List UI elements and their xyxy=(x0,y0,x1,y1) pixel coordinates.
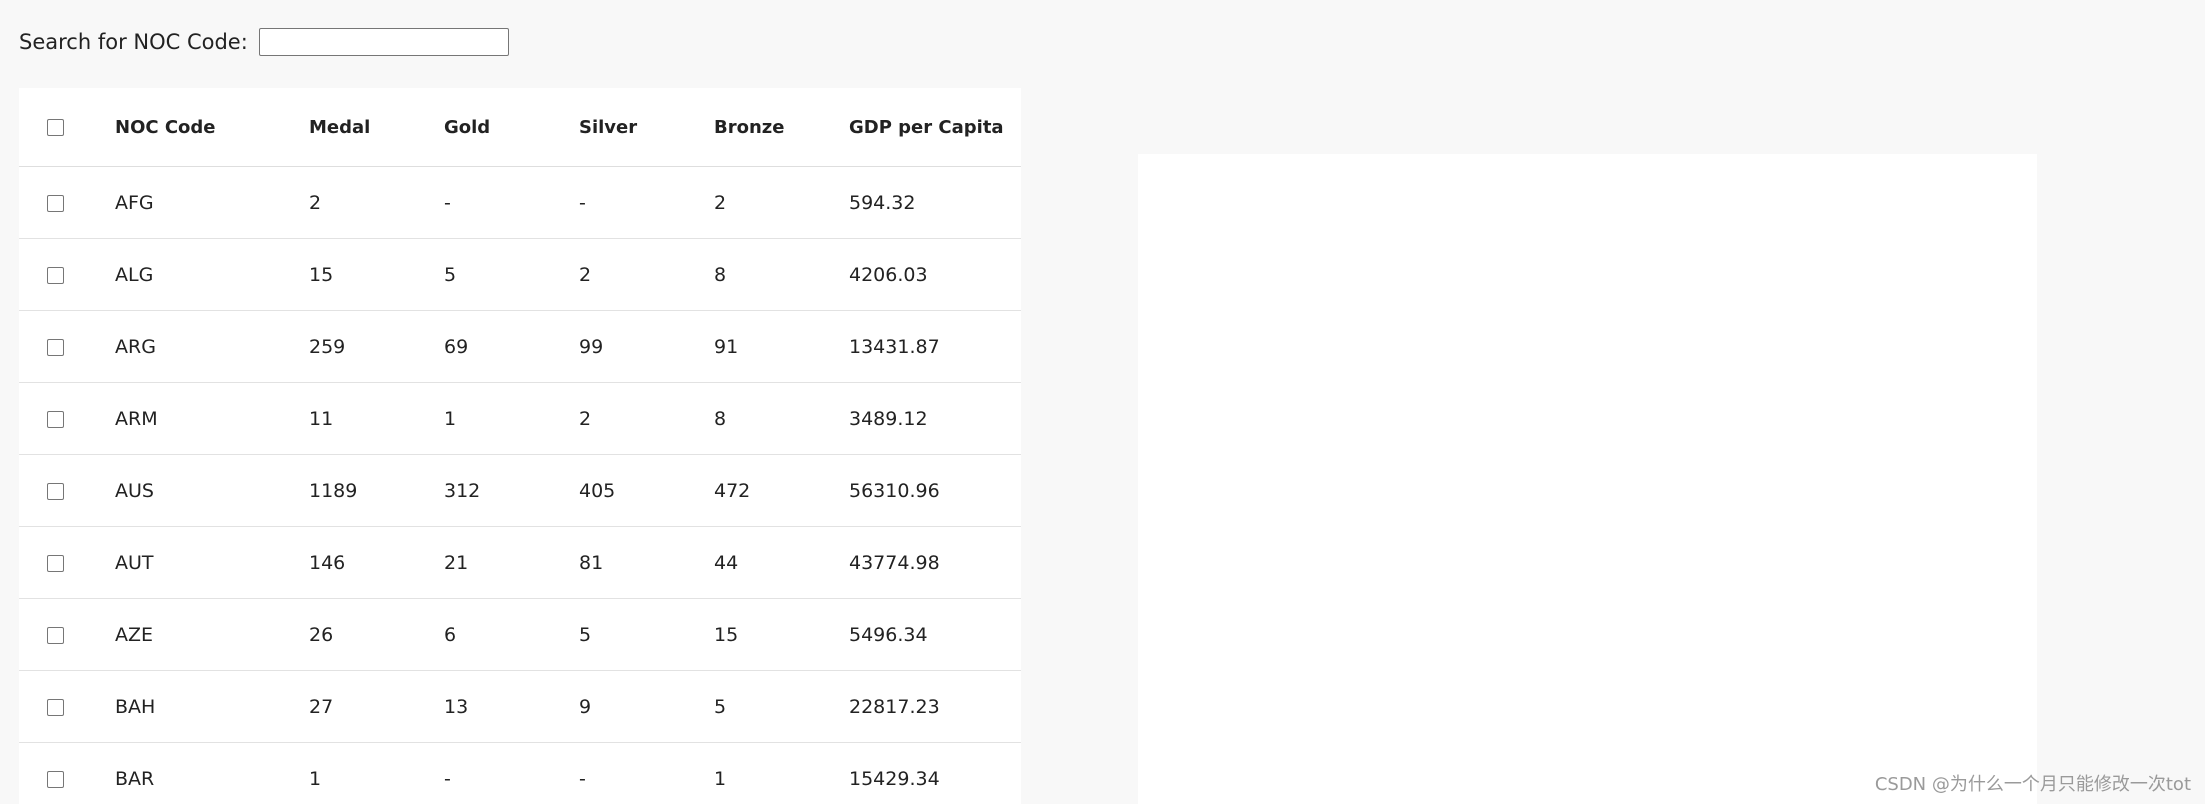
cell-silver: 5 xyxy=(579,598,714,671)
cell-gold: 6 xyxy=(444,598,579,671)
cell-gold: 69 xyxy=(444,310,579,383)
row-select-cell xyxy=(19,670,115,743)
row-checkbox[interactable] xyxy=(47,698,64,716)
cell-noc-code: ARM xyxy=(115,382,309,455)
cell-gdp: 3489.12 xyxy=(849,382,1021,455)
table-header-row: NOC Code Medal Gold Silver Bronze GDP pe… xyxy=(19,88,1021,167)
search-bar: Search for NOC Code: xyxy=(19,24,509,60)
cell-medal: 259 xyxy=(309,310,444,383)
row-checkbox[interactable] xyxy=(47,770,64,788)
cell-noc-code: AUS xyxy=(115,454,309,527)
medal-table-container: NOC Code Medal Gold Silver Bronze GDP pe… xyxy=(19,88,1021,804)
row-select-cell xyxy=(19,454,115,527)
cell-gdp: 13431.87 xyxy=(849,310,1021,383)
cell-bronze: 44 xyxy=(714,526,849,599)
watermark: CSDN @为什么一个月只能修改一次tot xyxy=(1874,774,2191,795)
cell-gdp: 15429.34 xyxy=(849,742,1021,804)
cell-medal: 27 xyxy=(309,670,444,743)
cell-silver: 2 xyxy=(579,238,714,311)
cell-gdp: 43774.98 xyxy=(849,526,1021,599)
row-select-cell xyxy=(19,310,115,383)
cell-bronze: 91 xyxy=(714,310,849,383)
cell-gold: 1 xyxy=(444,382,579,455)
cell-gdp: 56310.96 xyxy=(849,454,1021,527)
cell-medal: 15 xyxy=(309,238,444,311)
cell-bronze: 8 xyxy=(714,238,849,311)
row-select-cell xyxy=(19,166,115,239)
table-row: ARM 11 1 2 8 3489.12 xyxy=(19,382,1021,455)
noc-search-input[interactable] xyxy=(258,28,509,56)
cell-gold: 13 xyxy=(444,670,579,743)
header-gold[interactable]: Gold xyxy=(444,88,579,167)
table-row: AUS 1189 312 405 472 56310.96 xyxy=(19,454,1021,527)
cell-noc-code: AZE xyxy=(115,598,309,671)
header-medal[interactable]: Medal xyxy=(309,88,444,167)
cell-gdp: 4206.03 xyxy=(849,238,1021,311)
cell-bronze: 5 xyxy=(714,670,849,743)
header-silver[interactable]: Silver xyxy=(579,88,714,167)
cell-noc-code: AFG xyxy=(115,166,309,239)
cell-medal: 11 xyxy=(309,382,444,455)
row-checkbox[interactable] xyxy=(47,554,64,572)
cell-silver: 2 xyxy=(579,382,714,455)
cell-gold: - xyxy=(444,166,579,239)
table-row: ARG 259 69 99 91 13431.87 xyxy=(19,310,1021,383)
cell-medal: 26 xyxy=(309,598,444,671)
select-all-cell xyxy=(19,88,115,167)
search-label: Search for NOC Code: xyxy=(19,30,248,54)
table-row: BAR 1 - - 1 15429.34 xyxy=(19,742,1021,804)
cell-silver: - xyxy=(579,166,714,239)
table-row: AZE 26 6 5 15 5496.34 xyxy=(19,598,1021,671)
table-row: AFG 2 - - 2 594.32 xyxy=(19,166,1021,239)
select-all-checkbox[interactable] xyxy=(47,119,64,136)
table-row: BAH 27 13 9 5 22817.23 xyxy=(19,670,1021,743)
cell-noc-code: BAH xyxy=(115,670,309,743)
cell-gold: - xyxy=(444,742,579,804)
row-select-cell xyxy=(19,238,115,311)
row-checkbox[interactable] xyxy=(47,410,64,428)
header-gdp-per-capita[interactable]: GDP per Capita xyxy=(849,88,1021,167)
row-select-cell xyxy=(19,598,115,671)
header-bronze[interactable]: Bronze xyxy=(714,88,849,167)
cell-gold: 312 xyxy=(444,454,579,527)
header-noc-code[interactable]: NOC Code xyxy=(115,88,309,167)
cell-silver: - xyxy=(579,742,714,804)
cell-noc-code: ARG xyxy=(115,310,309,383)
row-select-cell xyxy=(19,382,115,455)
row-select-cell xyxy=(19,742,115,804)
cell-gdp: 22817.23 xyxy=(849,670,1021,743)
cell-bronze: 1 xyxy=(714,742,849,804)
row-checkbox[interactable] xyxy=(47,194,64,212)
cell-noc-code: ALG xyxy=(115,238,309,311)
cell-bronze: 2 xyxy=(714,166,849,239)
cell-bronze: 472 xyxy=(714,454,849,527)
cell-silver: 9 xyxy=(579,670,714,743)
cell-gold: 21 xyxy=(444,526,579,599)
cell-noc-code: AUT xyxy=(115,526,309,599)
cell-gdp: 594.32 xyxy=(849,166,1021,239)
table-row: AUT 146 21 81 44 43774.98 xyxy=(19,526,1021,599)
cell-medal: 1 xyxy=(309,742,444,804)
cell-gold: 5 xyxy=(444,238,579,311)
cell-bronze: 8 xyxy=(714,382,849,455)
row-select-cell xyxy=(19,526,115,599)
cell-silver: 81 xyxy=(579,526,714,599)
row-checkbox[interactable] xyxy=(47,338,64,356)
table-row: ALG 15 5 2 8 4206.03 xyxy=(19,238,1021,311)
medal-table: NOC Code Medal Gold Silver Bronze GDP pe… xyxy=(19,88,1021,804)
cell-silver: 405 xyxy=(579,454,714,527)
cell-silver: 99 xyxy=(579,310,714,383)
row-checkbox[interactable] xyxy=(47,266,64,284)
row-checkbox[interactable] xyxy=(47,482,64,500)
cell-medal: 2 xyxy=(309,166,444,239)
cell-noc-code: BAR xyxy=(115,742,309,804)
cell-medal: 146 xyxy=(309,526,444,599)
row-checkbox[interactable] xyxy=(47,626,64,644)
cell-bronze: 15 xyxy=(714,598,849,671)
cell-gdp: 5496.34 xyxy=(849,598,1021,671)
chart-panel xyxy=(1138,154,2037,804)
cell-medal: 1189 xyxy=(309,454,444,527)
